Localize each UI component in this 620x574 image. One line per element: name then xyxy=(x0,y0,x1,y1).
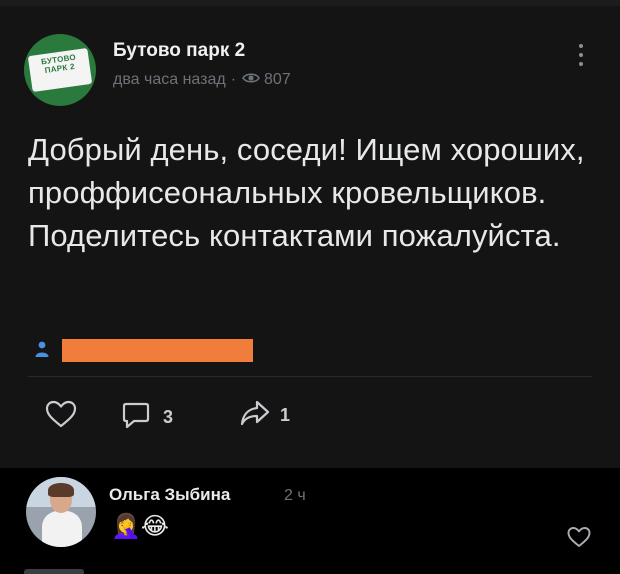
share-icon xyxy=(240,400,270,431)
eye-icon xyxy=(242,71,260,89)
comment-count: 3 xyxy=(163,407,174,427)
community-avatar[interactable]: БУТОВО ПАРК 2 xyxy=(24,34,96,106)
redacted-author-bar xyxy=(62,339,253,362)
post-meta: два часа назад · 807 xyxy=(113,71,291,89)
community-name[interactable]: Бутово парк 2 xyxy=(113,40,245,62)
comment-button[interactable]: 3 xyxy=(121,400,173,435)
meta-separator: · xyxy=(230,71,237,88)
share-button[interactable]: 1 xyxy=(240,400,290,431)
post-text: Добрый день, соседи! Ищем хороших, профф… xyxy=(28,132,585,253)
post-time: два часа назад xyxy=(113,71,226,88)
heart-icon xyxy=(45,400,77,433)
view-count: 807 xyxy=(264,71,291,88)
divider xyxy=(28,376,592,377)
commenter-name[interactable]: Ольга Зыбина xyxy=(109,485,230,505)
comment-like-button[interactable] xyxy=(567,526,591,548)
comment-time: 2 ч xyxy=(284,487,306,504)
commenter-avatar[interactable] xyxy=(26,477,96,547)
like-button[interactable] xyxy=(45,400,77,433)
share-count: 1 xyxy=(280,405,291,425)
heart-icon xyxy=(567,527,591,552)
avatar-logo-plate: БУТОВО ПАРК 2 xyxy=(27,47,93,93)
comment-icon xyxy=(121,400,151,435)
avatar-logo-text: БУТОВО ПАРК 2 xyxy=(40,52,77,76)
more-options-icon[interactable] xyxy=(574,44,588,72)
next-comment-edge xyxy=(0,566,620,574)
comment-text: 🤦‍♀️😂 xyxy=(111,512,169,540)
person-icon xyxy=(35,341,49,357)
